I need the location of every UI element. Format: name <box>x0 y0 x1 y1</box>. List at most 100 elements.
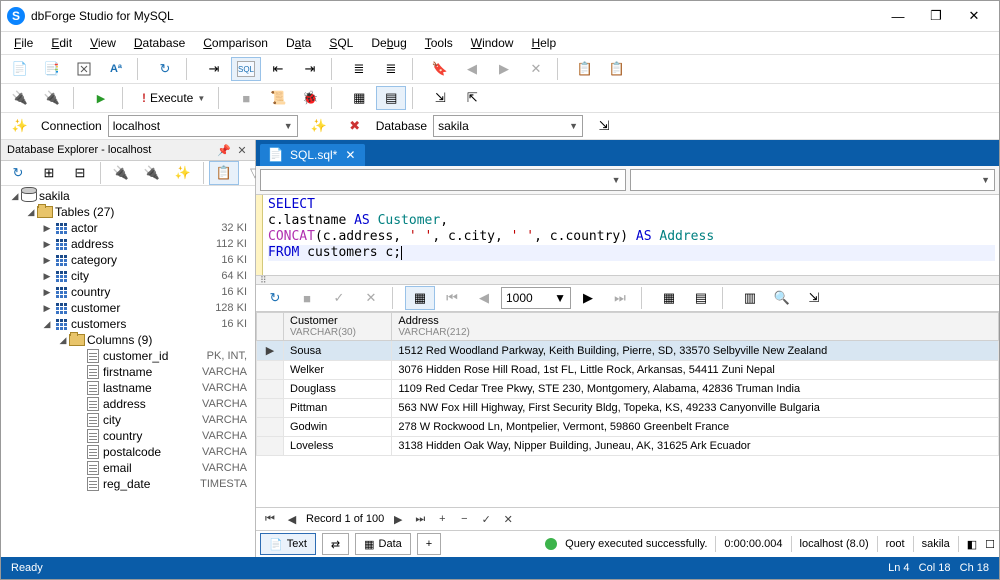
tree-database[interactable]: ◢sakila <box>1 188 255 204</box>
tab-refresh[interactable]: ⇄ <box>322 533 349 555</box>
explorer-tree[interactable]: ◢sakila ◢Tables (27) ▶actor32 KI▶address… <box>1 186 255 557</box>
results-grid-icon[interactable]: ▦ <box>344 86 374 110</box>
grid-grid-icon[interactable]: ▦ <box>654 286 684 310</box>
grid-rollback-icon[interactable]: ✕ <box>356 286 386 310</box>
db-more-icon[interactable]: ⇲ <box>589 114 619 138</box>
menu-comparison[interactable]: Comparison <box>196 34 275 52</box>
tree-column[interactable]: cityVARCHA <box>1 412 255 428</box>
grid-refresh-icon[interactable]: ↻ <box>260 286 290 310</box>
menu-view[interactable]: View <box>83 34 123 52</box>
tree-tables-folder[interactable]: ◢Tables (27) <box>1 204 255 220</box>
search-button[interactable] <box>69 57 99 81</box>
run-button[interactable]: ▶ <box>86 86 116 110</box>
menu-file[interactable]: File <box>7 34 40 52</box>
menu-window[interactable]: Window <box>464 34 521 52</box>
next-bookmark-icon[interactable]: ▶ <box>489 57 519 81</box>
page-next-icon[interactable]: ▶ <box>573 286 603 310</box>
prev-bookmark-icon[interactable]: ◀ <box>457 57 487 81</box>
tab-close-icon[interactable]: ✕ <box>343 148 357 162</box>
tree-columns-folder[interactable]: ◢Columns (9) <box>1 332 255 348</box>
tab-data[interactable]: ▦Data <box>355 533 411 555</box>
exp-wizard-icon[interactable]: ✨ <box>168 161 198 185</box>
menu-help[interactable]: Help <box>524 34 563 52</box>
grid-stop-icon[interactable]: ■ <box>292 286 322 310</box>
grid-commit-icon[interactable]: ✓ <box>324 286 354 310</box>
new-file-button[interactable]: 📄 <box>5 57 35 81</box>
table-row[interactable]: Pittman563 NW Fox Hill Highway, First Se… <box>257 399 999 418</box>
document-tab[interactable]: 📄 SQL.sql* ✕ <box>260 144 365 166</box>
list2-icon[interactable]: ≣ <box>376 57 406 81</box>
format-button[interactable]: Aª <box>101 57 131 81</box>
script-icon[interactable]: 📜 <box>263 86 293 110</box>
window-close[interactable]: ✕ <box>955 2 993 30</box>
tree-table[interactable]: ◢customers16 KI <box>1 316 255 332</box>
execute-button[interactable]: !Execute▼ <box>135 86 212 110</box>
connection-select[interactable]: localhost▼ <box>108 115 298 137</box>
conn-add-icon[interactable]: ✨ <box>304 114 334 138</box>
tree-table[interactable]: ▶address112 KI <box>1 236 255 252</box>
splitter[interactable]: ⠿ <box>256 276 999 285</box>
exp-view-icon[interactable]: 📋 <box>209 161 239 185</box>
tree-column[interactable]: emailVARCHA <box>1 460 255 476</box>
connect-button[interactable]: 🔌 <box>5 86 35 110</box>
pin-results-icon[interactable]: ◧ <box>967 538 977 551</box>
bookmark-icon[interactable]: 🔖 <box>425 57 455 81</box>
export-icon[interactable]: ⇲ <box>425 86 455 110</box>
results-text-icon[interactable]: ▤ <box>376 86 406 110</box>
page-size-input[interactable]: 1000▼ <box>501 287 571 309</box>
nav-prev-icon[interactable]: ◀ <box>284 511 300 527</box>
tree-column[interactable]: firstnameVARCHA <box>1 364 255 380</box>
conn-wizard-icon[interactable]: ✨ <box>5 114 35 138</box>
copy-button[interactable]: 📋 <box>570 57 600 81</box>
nav-ok-icon[interactable]: ✓ <box>478 511 494 527</box>
grid-card-icon[interactable]: ▤ <box>686 286 716 310</box>
page-first-icon[interactable]: ⏮ <box>437 286 467 310</box>
nav-del-icon[interactable]: − <box>456 511 472 527</box>
page-prev-icon[interactable]: ◀ <box>469 286 499 310</box>
debug-icon[interactable]: 🐞 <box>295 86 325 110</box>
grid-cols-icon[interactable]: ▥ <box>735 286 765 310</box>
menu-debug[interactable]: Debug <box>364 34 413 52</box>
refresh-button[interactable]: ↻ <box>150 57 180 81</box>
grid-export-icon[interactable]: ⇲ <box>799 286 829 310</box>
nav-first-icon[interactable]: ⏮ <box>262 511 278 527</box>
exp-refresh-icon[interactable]: ↻ <box>3 161 33 185</box>
paste-button[interactable]: 📋 <box>602 57 632 81</box>
tab-text[interactable]: 📄Text <box>260 533 316 555</box>
sql-mode-button[interactable]: SQL <box>231 57 261 81</box>
table-row[interactable]: Douglass1109 Red Cedar Tree Pkwy, STE 23… <box>257 380 999 399</box>
table-row[interactable]: ▶Sousa1512 Red Woodland Parkway, Keith B… <box>257 341 999 361</box>
new-query-button[interactable]: 📑 <box>37 57 67 81</box>
nav-cancel-icon[interactable]: ✕ <box>500 511 516 527</box>
indent-icon[interactable]: ⇥ <box>295 57 325 81</box>
import-icon[interactable]: ⇱ <box>457 86 487 110</box>
grid-find-icon[interactable]: 🔍 <box>767 286 797 310</box>
object-combo[interactable]: ▼ <box>630 169 996 191</box>
menu-data[interactable]: Data <box>279 34 318 52</box>
menu-tools[interactable]: Tools <box>418 34 460 52</box>
tree-table[interactable]: ▶customer128 KI <box>1 300 255 316</box>
menu-sql[interactable]: SQL <box>322 34 360 52</box>
results-grid[interactable]: CustomerVARCHAR(30) AddressVARCHAR(212) … <box>256 312 999 508</box>
panel-close-icon[interactable]: ✕ <box>235 143 249 157</box>
exp-collapse-icon[interactable]: ⊟ <box>65 161 95 185</box>
panel-pin-icon[interactable]: 📌 <box>217 143 231 157</box>
exp-delconn-icon[interactable]: 🔌 <box>137 161 167 185</box>
table-row[interactable]: Welker3076 Hidden Rose Hill Road, 1st FL… <box>257 361 999 380</box>
tree-table[interactable]: ▶country16 KI <box>1 284 255 300</box>
nav-last-icon[interactable]: ⏭ <box>412 511 428 527</box>
sql-editor[interactable]: SELECT c.lastname AS Customer, CONCAT(c.… <box>256 195 999 276</box>
conn-del-icon[interactable]: ✖ <box>340 114 370 138</box>
tree-column[interactable]: addressVARCHA <box>1 396 255 412</box>
table-row[interactable]: Loveless3138 Hidden Oak Way, Nipper Buil… <box>257 437 999 456</box>
tab-add[interactable]: + <box>417 533 441 555</box>
clear-bookmarks-icon[interactable]: ✕ <box>521 57 551 81</box>
schema-combo[interactable]: ▼ <box>260 169 626 191</box>
tree-table[interactable]: ▶city64 KI <box>1 268 255 284</box>
grid-view-icon[interactable]: ▦ <box>405 286 435 310</box>
max-results-icon[interactable]: ☐ <box>985 538 995 551</box>
exp-newconn-icon[interactable]: 🔌 <box>106 161 136 185</box>
tree-column[interactable]: countryVARCHA <box>1 428 255 444</box>
disconnect-button[interactable]: 🔌 <box>37 86 67 110</box>
stop-button[interactable]: ■ <box>231 86 261 110</box>
